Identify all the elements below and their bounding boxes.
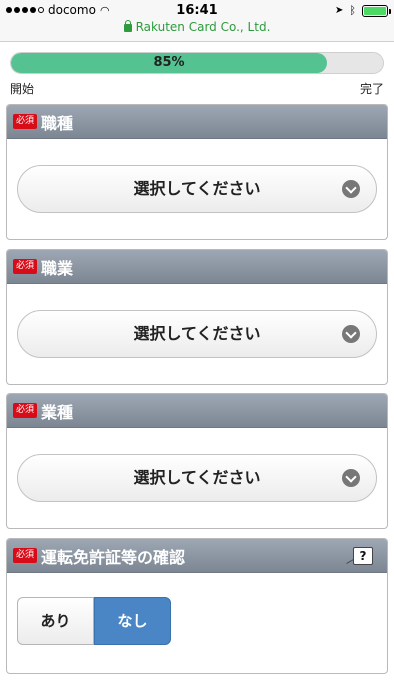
select-label: 選択してください [133, 324, 261, 343]
select-label: 選択してください [133, 179, 261, 198]
progress-bar: 85% [10, 52, 384, 74]
select-label: 選択してください [133, 468, 261, 487]
section-title: 運転免許証等の確認 [41, 547, 186, 567]
section-header: 必須 運転免許証等の確認 ? [7, 539, 387, 573]
license-toggle: あり なし [17, 597, 171, 645]
section-header: 必須 業種 [7, 394, 387, 428]
industry-select[interactable]: 選択してください [17, 454, 377, 502]
status-bar: docomo ◠ 16:41 ➤ ᛒ [0, 0, 394, 22]
battery-icon [362, 4, 391, 17]
chevron-down-icon [342, 469, 360, 487]
job-type-select[interactable]: 選択してください [17, 165, 377, 213]
chevron-down-icon [342, 180, 360, 198]
section-header: 必須 職業 [7, 250, 387, 284]
progress-start-label: 開始 [10, 82, 35, 96]
option-no-button[interactable]: なし [94, 597, 171, 645]
status-icons: ➤ ᛒ [335, 4, 391, 17]
section-title: 職種 [41, 113, 74, 133]
progress-percent: 85% [153, 55, 185, 70]
section-job-type: 必須 職種 選択してください [6, 104, 388, 240]
required-badge: 必須 [13, 548, 38, 563]
section-occupation: 必須 職業 選択してください [6, 249, 388, 385]
required-badge: 必須 [13, 114, 38, 129]
section-title: 職業 [41, 258, 74, 278]
required-badge: 必須 [13, 259, 38, 274]
help-icon[interactable]: ? [353, 547, 373, 565]
section-title: 業種 [41, 402, 74, 422]
url-bar[interactable]: Rakuten Card Co., Ltd. [0, 19, 394, 42]
section-header: 必須 職種 [7, 105, 387, 139]
option-yes-button[interactable]: あり [17, 597, 94, 645]
section-industry: 必須 業種 選択してください [6, 393, 388, 529]
occupation-select[interactable]: 選択してください [17, 310, 377, 358]
site-name: Rakuten Card Co., Ltd. [135, 20, 271, 34]
lock-icon [123, 19, 132, 32]
chevron-down-icon [342, 325, 360, 343]
bluetooth-icon: ᛒ [349, 4, 356, 17]
progress-end-label: 完了 [359, 82, 384, 96]
section-license-check: 必須 運転免許証等の確認 ? あり なし [6, 538, 388, 674]
location-icon: ➤ [335, 5, 344, 16]
required-badge: 必須 [13, 403, 38, 418]
